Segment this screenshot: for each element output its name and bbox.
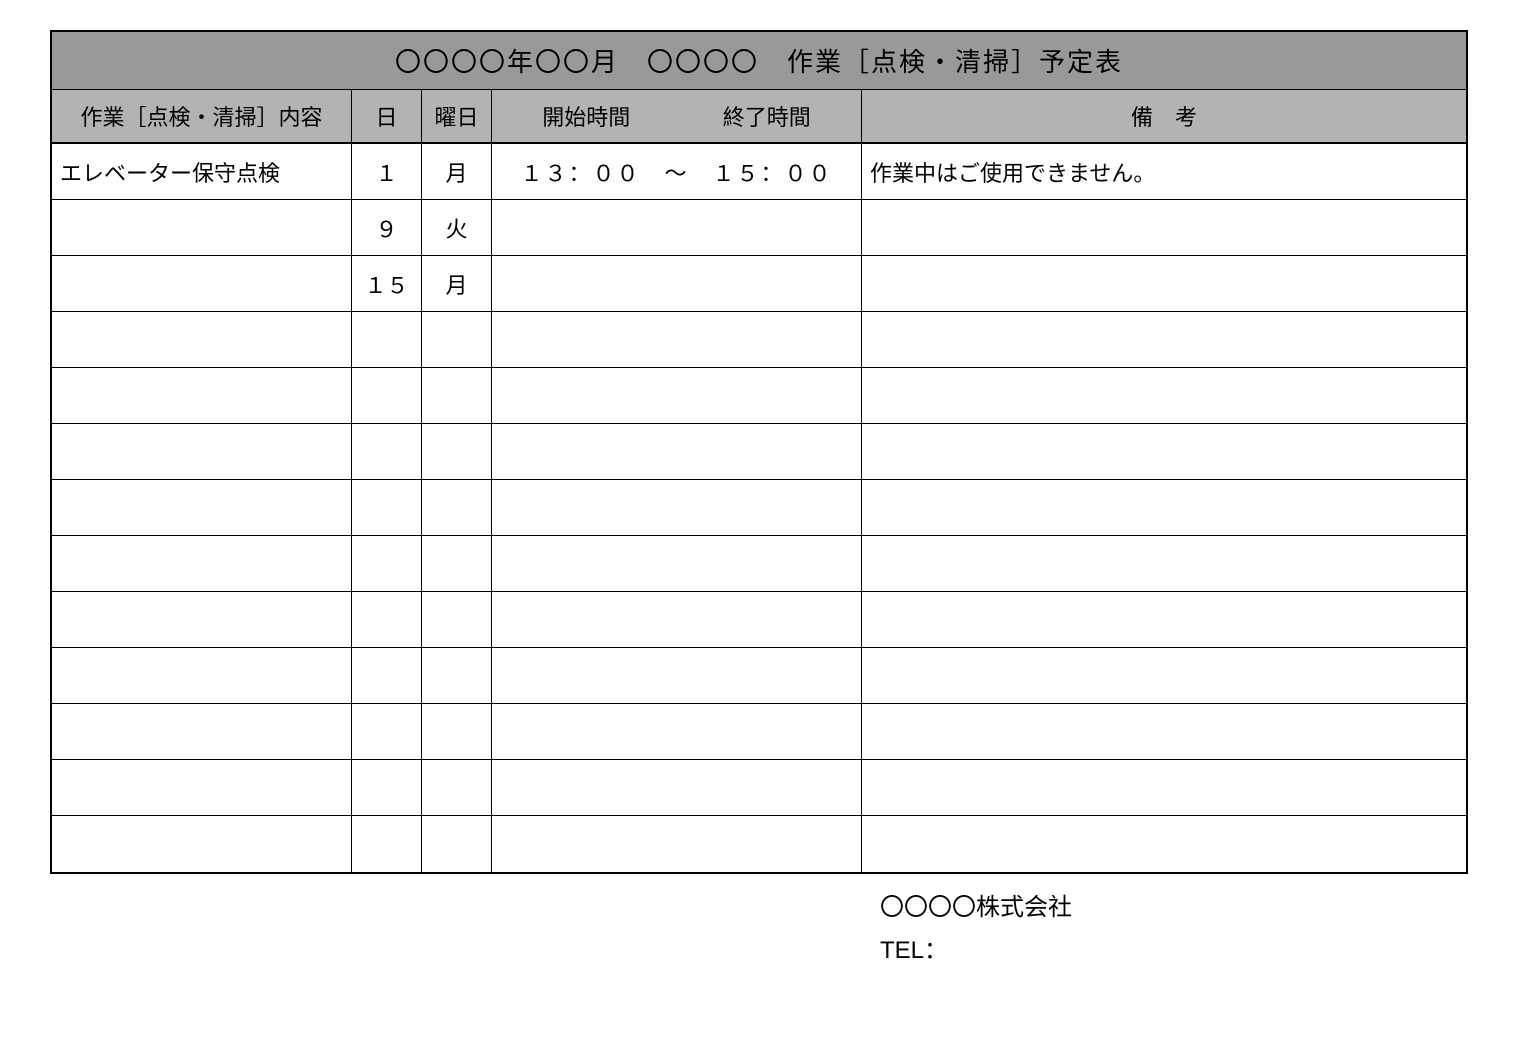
rows-container: エレベーター保守点検１月１３：００ ～ １５：００作業中はご使用できません。９火… [52,144,1466,872]
cell-content [52,648,352,703]
table-row [52,368,1466,424]
table-row: １５月 [52,256,1466,312]
table-row [52,592,1466,648]
cell-note [862,256,1466,311]
footer: 〇〇〇〇株式会社 TEL： [880,886,1468,972]
header-weekday: 曜日 [422,90,492,142]
cell-weekday [422,760,492,815]
cell-content [52,312,352,367]
footer-tel: TEL： [880,929,1468,972]
cell-content [52,704,352,759]
table-row [52,480,1466,536]
cell-content [52,816,352,872]
cell-note [862,368,1466,423]
table-row [52,312,1466,368]
cell-content [52,536,352,591]
cell-content [52,424,352,479]
cell-content [52,256,352,311]
cell-time: １３：００ ～ １５：００ [492,144,862,199]
cell-content [52,480,352,535]
cell-time [492,368,862,423]
cell-content [52,592,352,647]
header-note: 備 考 [862,90,1466,142]
cell-note [862,200,1466,255]
cell-day [352,312,422,367]
cell-time [492,704,862,759]
cell-time [492,424,862,479]
cell-note [862,536,1466,591]
cell-weekday [422,368,492,423]
cell-day [352,816,422,872]
cell-day [352,536,422,591]
cell-note [862,816,1466,872]
cell-time [492,648,862,703]
table-row: エレベーター保守点検１月１３：００ ～ １５：００作業中はご使用できません。 [52,144,1466,200]
sheet-title: 〇〇〇〇年〇〇月 〇〇〇〇 作業［点検・清掃］予定表 [52,32,1466,90]
cell-weekday: 月 [422,256,492,311]
cell-day [352,760,422,815]
cell-content: エレベーター保守点検 [52,144,352,199]
cell-day [352,704,422,759]
cell-weekday: 月 [422,144,492,199]
table-row [52,704,1466,760]
cell-content [52,760,352,815]
table-row: ９火 [52,200,1466,256]
cell-time [492,760,862,815]
cell-note [862,592,1466,647]
cell-weekday: 火 [422,200,492,255]
cell-time [492,312,862,367]
cell-note: 作業中はご使用できません。 [862,144,1466,199]
cell-weekday [422,424,492,479]
cell-time [492,256,862,311]
cell-note [862,424,1466,479]
cell-day [352,648,422,703]
header-start-time: 開始時間 [542,100,630,132]
cell-time [492,592,862,647]
cell-note [862,760,1466,815]
cell-content [52,368,352,423]
cell-weekday [422,592,492,647]
cell-day: ９ [352,200,422,255]
header-row: 作業［点検・清掃］内容 日 曜日 開始時間 終了時間 備 考 [52,90,1466,144]
table-row [52,816,1466,872]
schedule-sheet: 〇〇〇〇年〇〇月 〇〇〇〇 作業［点検・清掃］予定表 作業［点検・清掃］内容 日… [50,30,1468,874]
cell-weekday [422,312,492,367]
footer-company: 〇〇〇〇株式会社 [880,886,1468,929]
cell-note [862,648,1466,703]
cell-time [492,480,862,535]
header-time: 開始時間 終了時間 [492,90,862,142]
cell-time [492,200,862,255]
cell-content [52,200,352,255]
cell-time [492,536,862,591]
cell-note [862,704,1466,759]
header-content: 作業［点検・清掃］内容 [52,90,352,142]
cell-day [352,424,422,479]
cell-weekday [422,704,492,759]
cell-weekday [422,816,492,872]
table-row [52,648,1466,704]
cell-weekday [422,648,492,703]
header-day: 日 [352,90,422,142]
table-row [52,424,1466,480]
cell-day [352,368,422,423]
cell-day: １ [352,144,422,199]
cell-day [352,592,422,647]
cell-weekday [422,480,492,535]
cell-note [862,480,1466,535]
cell-weekday [422,536,492,591]
cell-note [862,312,1466,367]
table-row [52,536,1466,592]
cell-day: １５ [352,256,422,311]
cell-time [492,816,862,872]
table-row [52,760,1466,816]
header-end-time: 終了時間 [723,100,811,132]
cell-day [352,480,422,535]
